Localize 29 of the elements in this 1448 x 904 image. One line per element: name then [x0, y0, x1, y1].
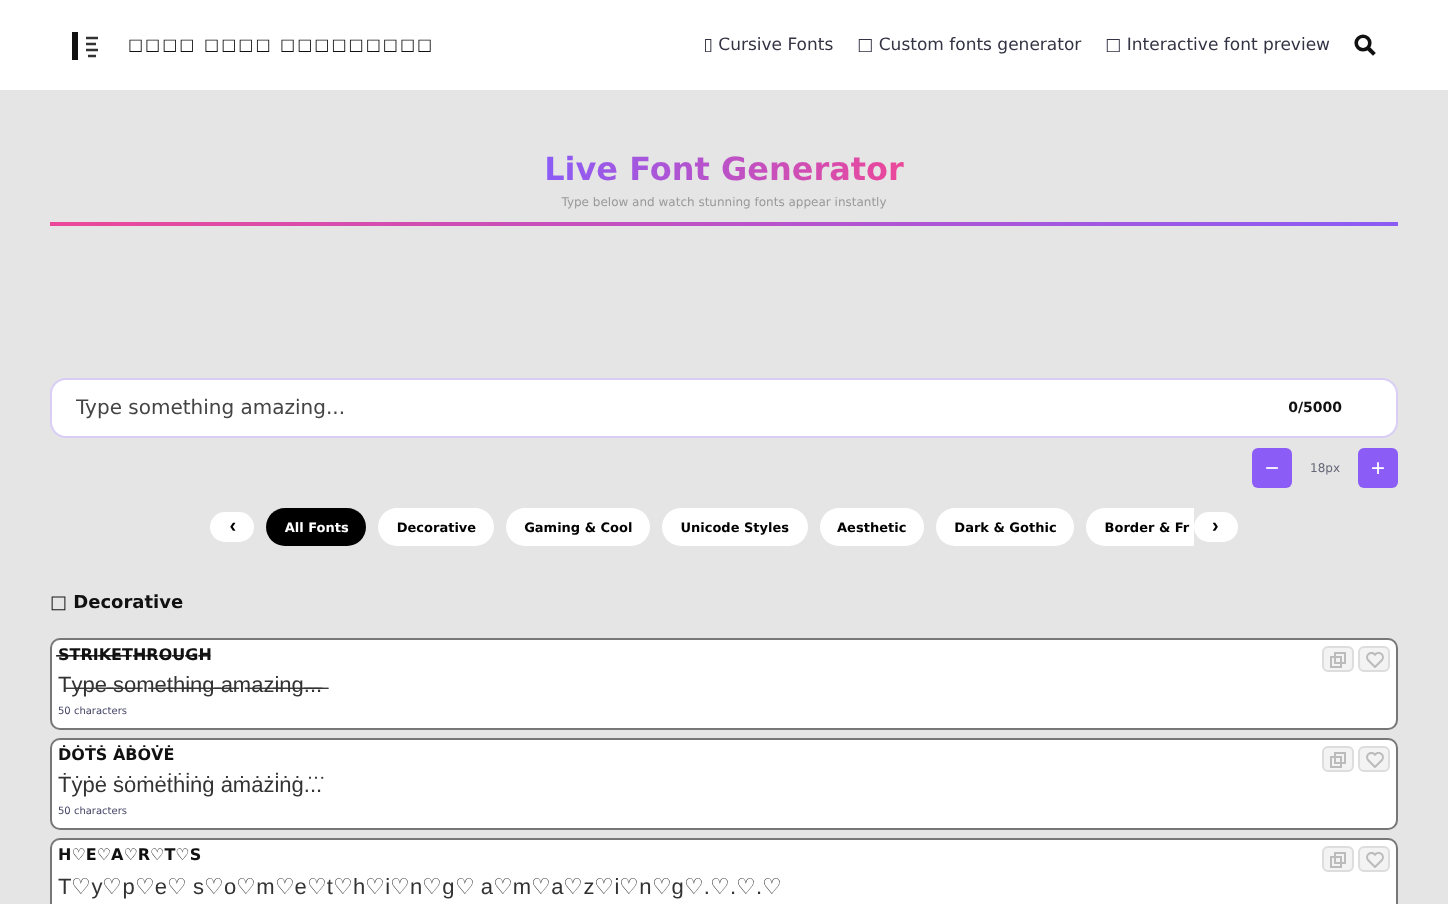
- font-preview: T♡y♡p♡e♡ s♡o♡m♡e♡t♡h♡i♡n♡g♡ a♡m♡a♡z♡i♡n♡g♡.♡.♡.♡: [58, 874, 785, 900]
- heart-icon: [1365, 851, 1383, 867]
- font-preview: T̶y̶p̶e̶ ̶s̶o̶m̶e̶t̶h̶i̶n̶g̶ ̶a̶m̶a̶z̶i̶n̶g̶.̶.̶.̶: [58, 674, 1390, 698]
- favorite-button[interactable]: [1358, 846, 1390, 872]
- font-name: H♡E♡A♡R♡T♡S: [58, 846, 202, 868]
- copy-button[interactable]: [1322, 646, 1354, 672]
- nav-link[interactable]: □ Custom fonts generator: [857, 35, 1082, 55]
- copy-button[interactable]: [1322, 846, 1354, 872]
- font-name: ḊȮṪṠ ȦḂȮV̇Ė: [58, 746, 175, 768]
- decrease-size-button[interactable]: −: [1252, 448, 1292, 488]
- scroll-left-button[interactable]: ‹: [210, 512, 255, 542]
- copy-icon: [1330, 851, 1346, 867]
- search-icon[interactable]: [1354, 34, 1376, 56]
- favorite-button[interactable]: [1358, 646, 1390, 672]
- increase-size-button[interactable]: +: [1358, 448, 1398, 488]
- scroll-right-button[interactable]: ›: [1193, 512, 1238, 542]
- section-heading: □ Decorative: [50, 594, 186, 614]
- nav-link[interactable]: ▯ Cursive Fonts: [703, 35, 834, 55]
- nav-link[interactable]: □ Interactive font preview: [1105, 35, 1330, 55]
- font-preview: Ṫẏṗė ṡȯṁėṫḣi̇ṅġ ȧṁȧżi̇ṅġ.̇.̇.̇: [58, 774, 326, 798]
- logo-icon[interactable]: [72, 31, 104, 59]
- font-name: S̶T̶R̶I̶K̶E̶T̶H̶R̶O̶U̶G̶H̶: [58, 646, 212, 668]
- favorite-button[interactable]: [1358, 746, 1390, 772]
- heart-icon: [1365, 751, 1383, 767]
- heart-icon: [1365, 651, 1383, 667]
- copy-icon: [1330, 751, 1346, 767]
- copy-icon: [1330, 651, 1346, 667]
- copy-button[interactable]: [1322, 746, 1354, 772]
- logo-text[interactable]: □□□□ □□□□ □□□□□□□□□: [128, 36, 435, 54]
